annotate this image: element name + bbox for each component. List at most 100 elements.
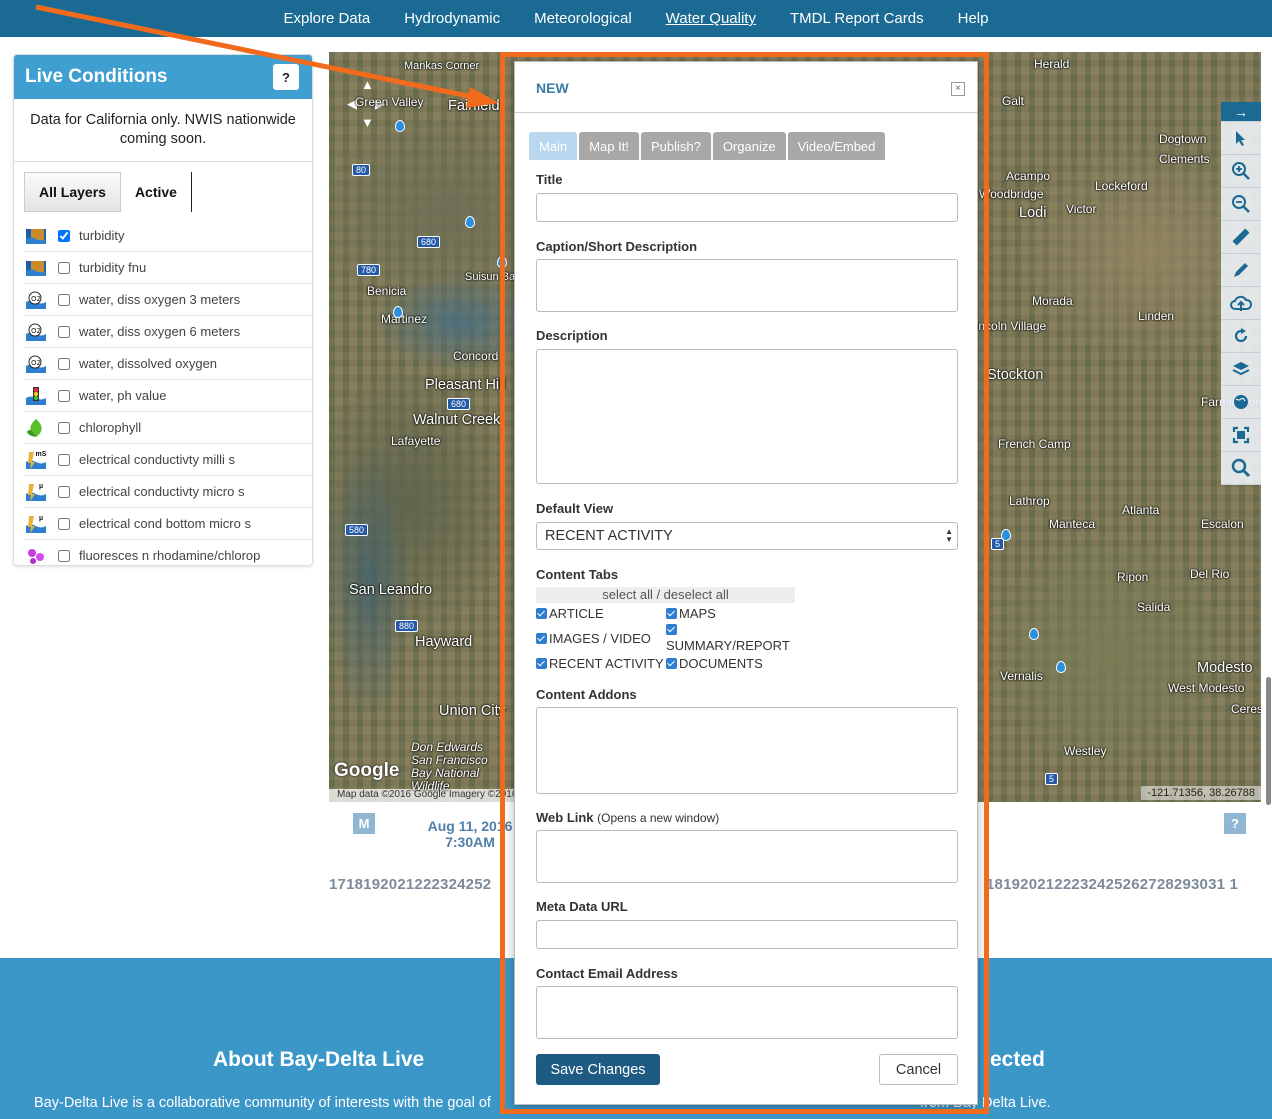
layer-checkbox[interactable] — [58, 325, 70, 338]
layer-checkbox[interactable] — [58, 421, 70, 434]
nav-meteorological[interactable]: Meteorological — [517, 10, 649, 27]
metadata-input[interactable] — [536, 920, 958, 949]
caption-label: Caption/Short Description — [536, 239, 698, 254]
title-input[interactable] — [536, 193, 958, 222]
layer-row[interactable]: O2 water, diss oxygen 3 meters — [24, 284, 312, 316]
nav-help[interactable]: Help — [941, 10, 1006, 27]
pencil-icon[interactable] — [1221, 254, 1261, 287]
close-icon[interactable]: × — [951, 82, 965, 96]
layer-label: turbidity — [79, 228, 125, 243]
modal-tabs: Main Map It! Publish? Organize Video/Emb… — [529, 132, 886, 160]
checkbox-checked-icon[interactable] — [666, 624, 677, 635]
cloud-upload-icon[interactable] — [1221, 287, 1261, 320]
layer-row[interactable]: water, ph value — [24, 380, 312, 412]
station-marker-icon[interactable] — [1029, 628, 1039, 640]
weblink-label: Web Link (Opens a new window) — [536, 810, 719, 825]
station-marker-icon[interactable] — [1001, 529, 1011, 541]
timeline-days-right[interactable]: 1819202122232425262728293031 1 — [986, 876, 1256, 893]
layer-checkbox[interactable] — [58, 293, 70, 306]
description-textarea[interactable] — [536, 349, 958, 484]
checkbox-summary-report[interactable]: SUMMARY/REPORT — [666, 624, 790, 653]
globe-icon[interactable] — [1221, 386, 1261, 419]
fullscreen-icon[interactable] — [1221, 419, 1261, 452]
caption-textarea[interactable] — [536, 259, 958, 312]
layer-row[interactable]: O2 water, diss oxygen 6 meters — [24, 316, 312, 348]
layer-label: turbidity fnu — [79, 260, 147, 275]
map-place-label: Vernalis — [1000, 669, 1043, 683]
layer-checkbox[interactable] — [58, 357, 70, 370]
nav-explore-data[interactable]: Explore Data — [267, 10, 388, 27]
content-addons-box[interactable] — [536, 707, 958, 794]
email-textarea[interactable] — [536, 986, 958, 1039]
layer-checkbox[interactable] — [58, 453, 70, 466]
station-marker-icon[interactable] — [465, 216, 475, 228]
tab-active[interactable]: Active — [121, 172, 192, 212]
layer-row[interactable]: O2 water, dissolved oxygen — [24, 348, 312, 380]
pointer-icon[interactable] — [1221, 122, 1261, 155]
pan-down-icon[interactable]: ▼ — [361, 116, 374, 129]
checkbox-checked-icon[interactable] — [666, 608, 677, 619]
pan-up-icon[interactable]: ▲ — [361, 78, 374, 91]
layer-checkbox[interactable] — [58, 389, 70, 402]
layer-row[interactable]: turbidity — [24, 220, 312, 252]
layer-row[interactable]: fluoresces n rhodamine/chlorop — [24, 540, 312, 565]
collapse-arrow-icon[interactable]: → — [1221, 102, 1261, 122]
checkbox-checked-icon[interactable] — [666, 658, 677, 669]
turbidity-icon — [24, 257, 48, 279]
layer-checkbox[interactable] — [58, 517, 70, 530]
layer-row[interactable]: chlorophyll — [24, 412, 312, 444]
station-marker-icon[interactable] — [395, 120, 405, 132]
map-place-label: Atlanta — [1122, 503, 1160, 517]
refresh-icon[interactable] — [1221, 320, 1261, 353]
layers-icon[interactable] — [1221, 353, 1261, 386]
timeline-help-button[interactable]: ? — [1224, 813, 1246, 834]
checkbox-checked-icon[interactable] — [536, 658, 547, 669]
select-all-toggle[interactable]: select all / deselect all — [536, 587, 795, 603]
layer-row[interactable]: µ electrical conductivty micro s — [24, 476, 312, 508]
layer-checkbox[interactable] — [58, 549, 70, 562]
help-button[interactable]: ? — [273, 64, 299, 90]
layer-checkbox[interactable] — [58, 229, 70, 242]
ruler-icon[interactable] — [1221, 221, 1261, 254]
search-icon[interactable] — [1221, 452, 1261, 485]
layer-checkbox[interactable] — [58, 485, 70, 498]
checkbox-recent-activity[interactable]: RECENT ACTIVITY — [536, 656, 664, 671]
cancel-button[interactable]: Cancel — [879, 1054, 958, 1085]
map-place-label: Pleasant Hill — [425, 377, 506, 393]
map-place-label: Ripon — [1117, 570, 1149, 584]
tab-organize[interactable]: Organize — [712, 132, 786, 160]
station-marker-icon[interactable] — [497, 256, 507, 268]
default-view-select[interactable]: RECENT ACTIVITY ▲ ▼ — [536, 522, 958, 550]
tab-main[interactable]: Main — [529, 132, 578, 160]
checkbox-documents[interactable]: DOCUMENTS — [666, 656, 763, 671]
nav-water-quality[interactable]: Water Quality — [649, 10, 773, 27]
map-place-label: San Leandro — [349, 582, 433, 598]
layer-checkbox[interactable] — [58, 261, 70, 274]
layer-row[interactable]: µ electrical cond bottom micro s — [24, 508, 312, 540]
checkbox-checked-icon[interactable] — [536, 608, 547, 619]
tab-map-it[interactable]: Map It! — [579, 132, 639, 160]
map-place-label: Fairfield — [448, 98, 500, 114]
checkbox-checked-icon[interactable] — [536, 633, 547, 644]
zoom-out-icon[interactable] — [1221, 188, 1261, 221]
zoom-in-icon[interactable] — [1221, 155, 1261, 188]
checkbox-maps[interactable]: MAPS — [666, 606, 716, 621]
nav-hydrodynamic[interactable]: Hydrodynamic — [387, 10, 517, 27]
layer-row[interactable]: turbidity fnu — [24, 252, 312, 284]
tab-publish[interactable]: Publish? — [640, 132, 711, 160]
save-changes-button[interactable]: Save Changes — [536, 1054, 660, 1085]
checkbox-label: MAPS — [679, 606, 716, 621]
timeline-days-left[interactable]: 1718192021222324252 — [329, 876, 514, 893]
layer-row[interactable]: mS electrical conductivty milli s — [24, 444, 312, 476]
checkbox-images-video[interactable]: IMAGES / VIDEO — [536, 631, 651, 646]
month-button[interactable]: M — [353, 813, 375, 834]
page-scrollbar[interactable] — [1266, 677, 1271, 805]
checkbox-article[interactable]: ARTICLE — [536, 606, 604, 621]
timeline-date: Aug 11, 2016 7:30AM — [420, 818, 520, 850]
station-marker-icon[interactable] — [1056, 661, 1066, 673]
nav-tmdl-report-cards[interactable]: TMDL Report Cards — [773, 10, 941, 27]
weblink-textarea[interactable] — [536, 830, 958, 883]
station-marker-icon[interactable] — [393, 306, 403, 318]
tab-all-layers[interactable]: All Layers — [24, 172, 121, 212]
tab-video-embed[interactable]: Video/Embed — [787, 132, 886, 160]
